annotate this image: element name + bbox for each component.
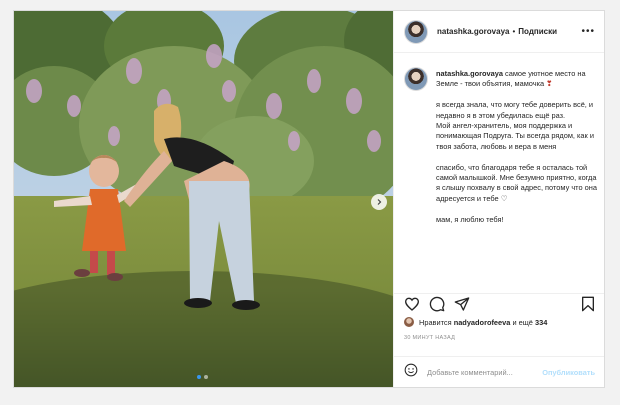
- caption-avatar[interactable]: [404, 67, 428, 91]
- comment-input[interactable]: [427, 367, 535, 377]
- post-photo[interactable]: [14, 11, 393, 387]
- caption-text: natashka.gorovaya самое уютное место на …: [436, 69, 599, 235]
- heart-outline-emoji: ♡: [500, 193, 508, 203]
- share-icon: [454, 297, 470, 311]
- likes-conj: и ещё: [512, 317, 533, 327]
- post-caption: natashka.gorovaya самое уютное место на …: [404, 67, 599, 291]
- liker-username[interactable]: nadyadorofeeva: [454, 318, 511, 327]
- comment-bar: Опубликовать: [394, 356, 604, 387]
- avatar[interactable]: [404, 19, 428, 44]
- likes-summary: Нравится nadyadorofeeva и ещё 334: [404, 317, 547, 327]
- heart-exclamation-emoji: ❣: [546, 79, 553, 89]
- next-slide-button[interactable]: [371, 194, 387, 210]
- instagram-post: natashka.gorovaya • Подписки ••• natashk…: [13, 10, 605, 388]
- carousel-dot: [204, 375, 208, 379]
- likes-prefix: Нравится: [419, 317, 452, 327]
- publish-button[interactable]: Опубликовать: [542, 368, 595, 377]
- caption-username[interactable]: natashka.gorovaya: [436, 69, 503, 78]
- comment-button[interactable]: [429, 296, 445, 317]
- emoji-button[interactable]: [404, 363, 418, 382]
- caption-paragraph-3: Мой ангел-хранитель, моя поддержка и пон…: [436, 121, 594, 151]
- post-sidebar: natashka.gorovaya • Подписки ••• natashk…: [393, 11, 604, 387]
- post-timestamp[interactable]: 30 МИНУТ НАЗАД: [404, 335, 455, 341]
- post-header: natashka.gorovaya • Подписки •••: [394, 11, 604, 53]
- caption-paragraph-2: я всегда знала, что могу тебе доверить в…: [436, 100, 594, 120]
- liker-avatar[interactable]: [404, 317, 414, 327]
- chevron-right-icon: [377, 199, 382, 205]
- likes-count[interactable]: 334: [535, 318, 547, 327]
- follow-button[interactable]: Подписки: [518, 27, 557, 36]
- post-actions: [394, 293, 604, 317]
- comment-icon: [429, 296, 445, 312]
- photo-illustration: [14, 11, 393, 387]
- share-button[interactable]: [454, 296, 470, 317]
- header-separator: •: [512, 27, 516, 36]
- caption-paragraph-5: мам, я люблю тебя!: [436, 214, 504, 224]
- carousel-dot-active: [197, 375, 201, 379]
- caption-paragraph-4: спасибо, что благодаря тебе я осталась т…: [436, 162, 597, 203]
- header-username[interactable]: natashka.gorovaya: [437, 27, 509, 36]
- save-button[interactable]: [581, 296, 595, 317]
- bookmark-icon: [582, 296, 594, 312]
- heart-icon: [404, 297, 420, 311]
- emoji-icon: [404, 363, 418, 376]
- more-options-button[interactable]: •••: [581, 26, 595, 37]
- like-button[interactable]: [404, 296, 420, 317]
- carousel-indicator: [197, 375, 208, 379]
